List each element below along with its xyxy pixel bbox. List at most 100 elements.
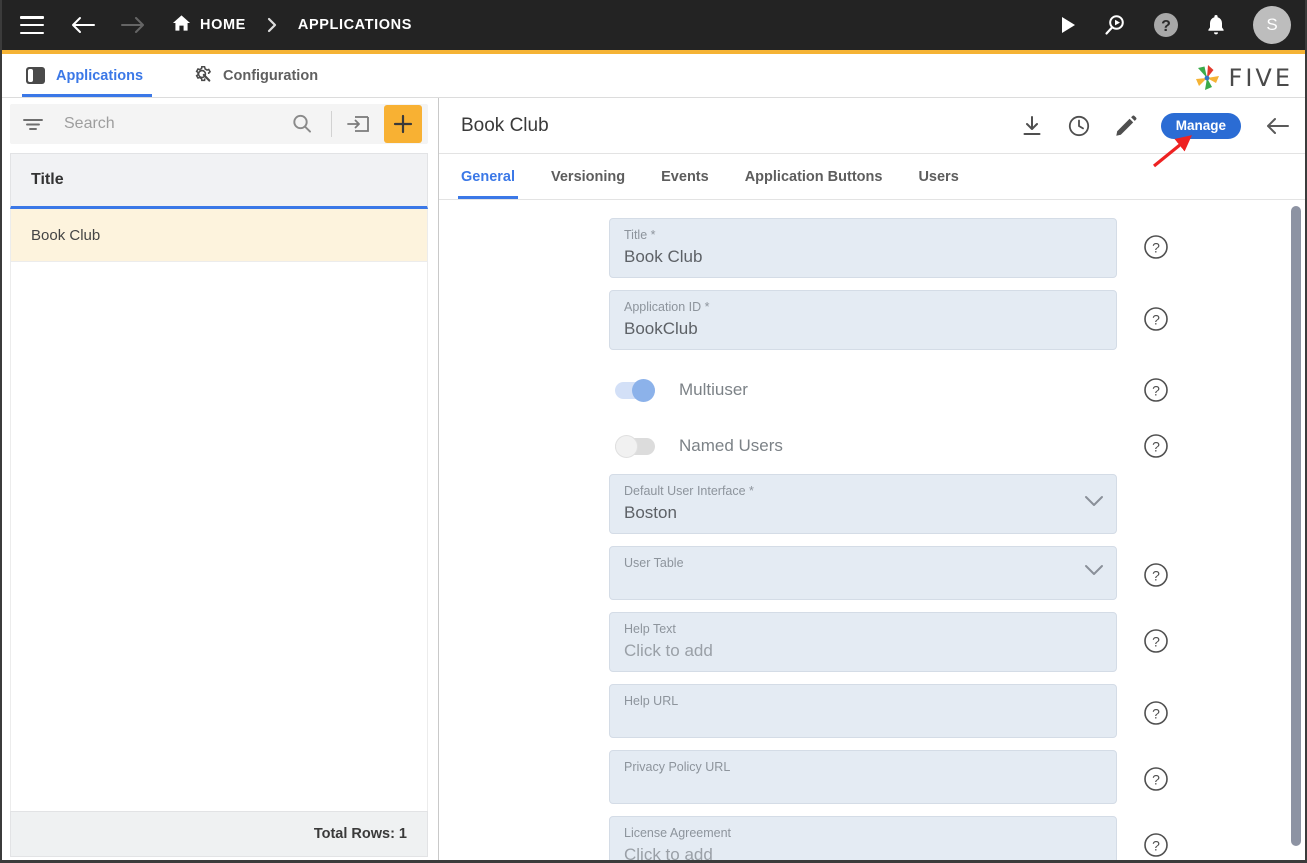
question-circle-icon[interactable]: ? [1143, 766, 1169, 792]
application-id-field-label: Application ID * [624, 300, 710, 314]
play-icon[interactable] [1059, 15, 1077, 35]
form-row-privacy-policy-url: Privacy Policy URL ? [609, 750, 1169, 804]
chevron-down-icon[interactable] [1084, 495, 1104, 513]
question-circle-icon[interactable]: ? [1143, 306, 1169, 332]
svg-text:?: ? [1161, 18, 1171, 35]
search-play-icon[interactable] [1103, 13, 1127, 37]
forward-arrow-icon[interactable] [120, 14, 146, 36]
license-agreement-field[interactable]: License Agreement Click to add [609, 816, 1117, 860]
help-text-value: Click to add [624, 641, 713, 660]
general-form: Title * Book Club ? Application ID * Boo… [439, 200, 1305, 860]
vertical-scrollbar[interactable] [1291, 200, 1301, 860]
application-id-field[interactable]: Application ID * BookClub [609, 290, 1117, 350]
user-table-value [624, 574, 1102, 595]
applications-list-panel: Title Book Club Total Rows: 1 [2, 98, 439, 860]
svg-text:?: ? [1152, 567, 1160, 583]
svg-text:?: ? [1152, 771, 1160, 787]
multiuser-toggle[interactable] [615, 378, 655, 402]
main-tab-strip: Applications Configuration FIVE [2, 54, 1305, 98]
privacy-policy-url-value [624, 778, 1102, 799]
panel-layout-icon [26, 67, 45, 84]
svg-text:?: ? [1152, 311, 1160, 327]
multiuser-label: Multiuser [679, 380, 748, 399]
tab-users-label: Users [918, 168, 959, 185]
toolbar-divider [331, 111, 332, 137]
tab-users[interactable]: Users [918, 154, 958, 199]
form-row-named-users: Named Users ? [609, 418, 1169, 474]
pencil-icon[interactable] [1115, 115, 1137, 137]
application-id-field-value: BookClub [624, 319, 698, 338]
license-agreement-label: License Agreement [624, 826, 732, 840]
tab-events-label: Events [661, 168, 709, 185]
question-circle-icon[interactable]: ? [1143, 377, 1169, 403]
hamburger-menu-icon[interactable] [20, 16, 44, 34]
breadcrumb-item-home[interactable]: HOME [172, 14, 246, 37]
application-window: HOME APPLICATIONS ? S Applications Confi… [0, 0, 1307, 863]
table-row[interactable]: Book Club [11, 209, 427, 262]
default-user-interface-select[interactable]: Default User Interface * Boston [609, 474, 1117, 534]
user-table-label: User Table [624, 556, 684, 570]
help-circle-icon[interactable]: ? [1153, 12, 1179, 38]
list-column-header[interactable]: Title [10, 153, 428, 209]
help-url-field[interactable]: Help URL [609, 684, 1117, 738]
question-circle-icon[interactable]: ? [1143, 832, 1169, 858]
close-panel-arrow-icon[interactable] [1265, 115, 1291, 137]
history-clock-icon[interactable] [1067, 114, 1091, 138]
content-area: Title Book Club Total Rows: 1 Book Club [2, 98, 1305, 860]
search-icon[interactable] [283, 113, 321, 135]
tab-applications[interactable]: Applications [22, 54, 153, 97]
filter-icon[interactable] [22, 115, 44, 133]
help-url-label: Help URL [624, 694, 679, 708]
row-title: Book Club [31, 226, 101, 244]
search-bar [10, 104, 428, 144]
license-agreement-value: Click to add [624, 845, 713, 860]
form-row-license-agreement: License Agreement Click to add ? [609, 816, 1169, 860]
manage-button[interactable]: Manage [1160, 112, 1241, 139]
user-table-select[interactable]: User Table [609, 546, 1117, 600]
form-row-title: Title * Book Club ? [609, 218, 1169, 278]
tab-application-buttons[interactable]: Application Buttons [745, 154, 883, 199]
default-user-interface-value: Boston [624, 503, 677, 522]
form-row-multiuser: Multiuser ? [609, 362, 1169, 418]
tab-general[interactable]: General [458, 154, 518, 199]
top-bar-actions: ? S [1059, 6, 1291, 44]
tab-configuration[interactable]: Configuration [188, 54, 327, 97]
title-field[interactable]: Title * Book Club [609, 218, 1117, 278]
five-logo-text: FIVE [1228, 64, 1293, 92]
question-circle-icon[interactable]: ? [1143, 234, 1169, 260]
question-circle-icon[interactable]: ? [1143, 562, 1169, 588]
page-title: Book Club [461, 114, 549, 136]
chevron-down-icon[interactable] [1084, 564, 1104, 582]
svg-text:?: ? [1152, 837, 1160, 853]
list-footer: Total Rows: 1 [10, 811, 428, 857]
user-avatar[interactable]: S [1253, 6, 1291, 44]
search-input[interactable] [62, 114, 283, 134]
svg-text:?: ? [1152, 438, 1160, 454]
tab-events[interactable]: Events [661, 154, 709, 199]
breadcrumb-item-applications[interactable]: APPLICATIONS [298, 17, 412, 33]
total-rows-label: Total Rows: 1 [313, 826, 407, 842]
gear-wrench-icon [192, 64, 212, 88]
question-circle-icon[interactable]: ? [1143, 628, 1169, 654]
import-arrow-box-icon[interactable] [342, 113, 374, 135]
title-field-label: Title * [624, 228, 656, 242]
named-users-toggle[interactable] [615, 434, 655, 458]
tab-general-label: General [461, 168, 515, 185]
title-field-value: Book Club [624, 247, 703, 266]
tab-versioning[interactable]: Versioning [551, 154, 625, 199]
bell-icon[interactable] [1205, 13, 1227, 37]
named-users-label: Named Users [679, 436, 783, 455]
svg-text:?: ? [1152, 382, 1160, 398]
svg-text:?: ? [1152, 239, 1160, 255]
add-application-button[interactable] [384, 105, 422, 143]
download-icon[interactable] [1021, 115, 1043, 137]
help-url-value [624, 712, 1102, 733]
question-circle-icon[interactable]: ? [1143, 700, 1169, 726]
back-arrow-icon[interactable] [70, 14, 96, 36]
privacy-policy-url-field[interactable]: Privacy Policy URL [609, 750, 1117, 804]
tab-versioning-label: Versioning [551, 168, 626, 185]
scrollbar-thumb[interactable] [1291, 206, 1301, 846]
five-logo: FIVE [1192, 64, 1293, 92]
help-text-field[interactable]: Help Text Click to add [609, 612, 1117, 672]
question-circle-icon[interactable]: ? [1143, 433, 1169, 459]
